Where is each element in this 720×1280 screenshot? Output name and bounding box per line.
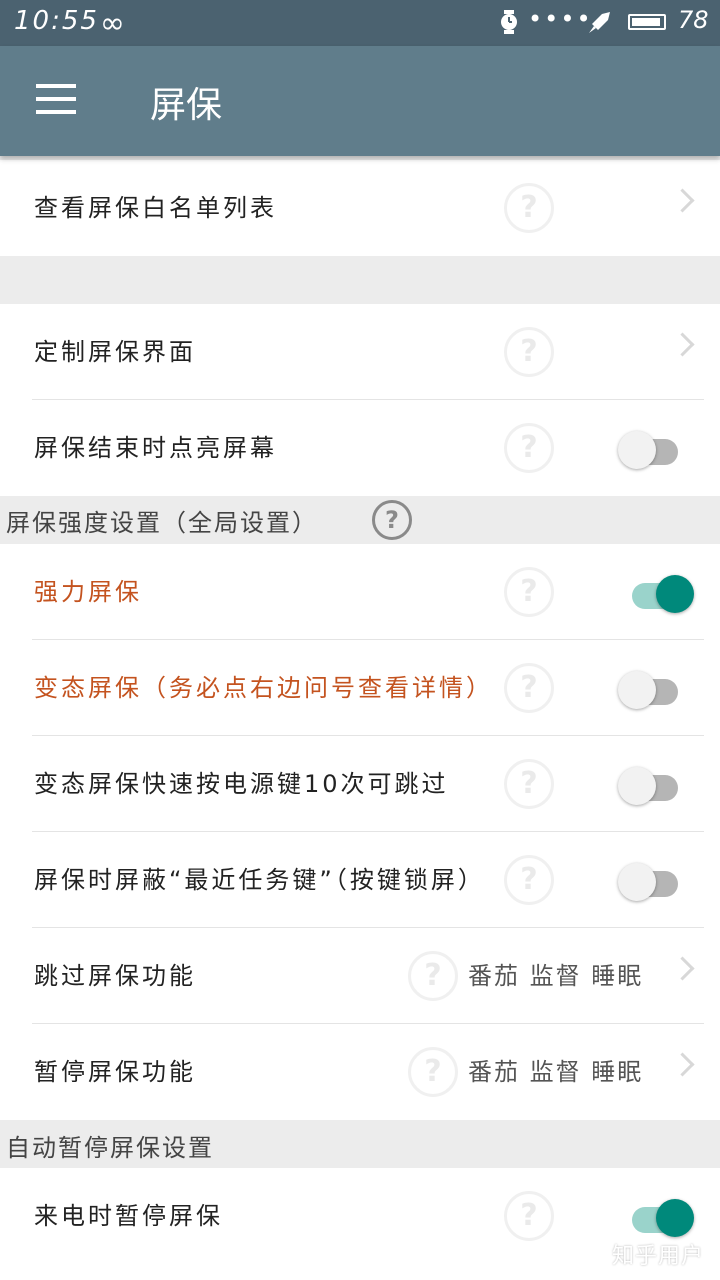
help-icon[interactable]: ? xyxy=(504,855,554,905)
row-power-skip[interactable]: ? 变态屏保快速按电源键10次可跳过 xyxy=(0,736,720,832)
status-time: 10:55 xyxy=(14,6,99,36)
help-icon[interactable]: ? xyxy=(504,663,554,713)
infinity-icon: ∞ xyxy=(100,6,125,41)
toggle-switch[interactable] xyxy=(620,574,694,613)
battery-level: 78 xyxy=(678,6,709,34)
help-icon[interactable]: ? xyxy=(408,1047,458,1097)
row-customize[interactable]: 定制屏保界面 ? xyxy=(0,304,720,400)
help-icon[interactable]: ? xyxy=(408,951,458,1001)
help-icon[interactable]: ? xyxy=(372,500,412,540)
help-icon[interactable]: ? xyxy=(504,423,554,473)
display-card: 定制屏保界面 ? 屏保结束时点亮屏幕 ? xyxy=(0,304,720,496)
notification-dots-icon: •••• xyxy=(528,5,593,33)
row-whitelist[interactable]: 查看屏保白名单列表 ? xyxy=(0,160,720,256)
chevron-right-icon[interactable] xyxy=(670,1052,695,1077)
row-block-recent[interactable]: ? 屏保时屏蔽“最近任务键”（按键锁屏） xyxy=(0,832,720,928)
strength-card: 强力屏保 ? ? 变态屏保（务必点右边问号查看详情） ? 变态屏保快速按电源键1… xyxy=(0,544,720,1120)
feature-values: 番茄 监督 睡眠 xyxy=(468,1058,644,1086)
row-label: 暂停屏保功能 xyxy=(34,1058,196,1086)
row-hardcore[interactable]: ? 变态屏保（务必点右边问号查看详情） xyxy=(0,640,720,736)
row-label: 定制屏保界面 xyxy=(34,338,196,366)
toggle-switch[interactable] xyxy=(618,766,680,805)
app-bar: 屏保 xyxy=(0,46,720,156)
help-icon[interactable]: ? xyxy=(504,183,554,233)
status-bar: 10:55 ∞ •••• 78 xyxy=(0,0,720,46)
row-skip-feature[interactable]: 跳过屏保功能 ? 番茄 监督 睡眠 xyxy=(0,928,720,1024)
row-label: 屏保时屏蔽“最近任务键”（按键锁屏） xyxy=(34,866,485,894)
section-title: 自动暂停屏保设置 xyxy=(6,1134,214,1162)
chevron-right-icon[interactable] xyxy=(670,332,695,357)
row-label: 来电时暂停屏保 xyxy=(34,1202,223,1230)
section-header-strength: 屏保强度设置（全局设置） ? xyxy=(0,497,720,543)
row-label: 强力屏保 xyxy=(34,578,142,606)
rocket-icon xyxy=(589,12,610,33)
toggle-switch[interactable] xyxy=(618,670,680,709)
menu-icon[interactable] xyxy=(36,84,76,114)
whitelist-card: 查看屏保白名单列表 ? xyxy=(0,160,720,256)
help-icon[interactable]: ? xyxy=(504,567,554,617)
row-pause-feature[interactable]: 暂停屏保功能 ? 番茄 监督 睡眠 xyxy=(0,1024,720,1120)
help-icon[interactable]: ? xyxy=(504,759,554,809)
row-label: 变态屏保（务必点右边问号查看详情） xyxy=(34,674,493,702)
toggle-switch[interactable] xyxy=(620,1198,694,1237)
page-title: 屏保 xyxy=(150,85,223,126)
row-label: 变态屏保快速按电源键10次可跳过 xyxy=(34,770,449,798)
chevron-right-icon[interactable] xyxy=(670,188,695,213)
watermark: 知乎用户 xyxy=(611,1244,704,1269)
help-icon[interactable]: ? xyxy=(504,1191,554,1241)
row-label: 屏保结束时点亮屏幕 xyxy=(34,434,277,462)
watch-icon xyxy=(501,10,517,34)
chevron-right-icon[interactable] xyxy=(670,956,695,981)
row-label: 跳过屏保功能 xyxy=(34,962,196,990)
row-label: 查看屏保白名单列表 xyxy=(34,194,277,222)
help-icon[interactable]: ? xyxy=(504,327,554,377)
toggle-switch[interactable] xyxy=(618,862,680,901)
row-strong[interactable]: 强力屏保 ? xyxy=(0,544,720,640)
battery-icon xyxy=(628,14,666,30)
section-header-auto-pause: 自动暂停屏保设置 xyxy=(0,1122,720,1168)
row-wake-on-end[interactable]: 屏保结束时点亮屏幕 ? xyxy=(0,400,720,496)
toggle-switch[interactable] xyxy=(618,430,680,469)
feature-values: 番茄 监督 睡眠 xyxy=(468,962,644,990)
section-title: 屏保强度设置（全局设置） xyxy=(6,509,318,537)
